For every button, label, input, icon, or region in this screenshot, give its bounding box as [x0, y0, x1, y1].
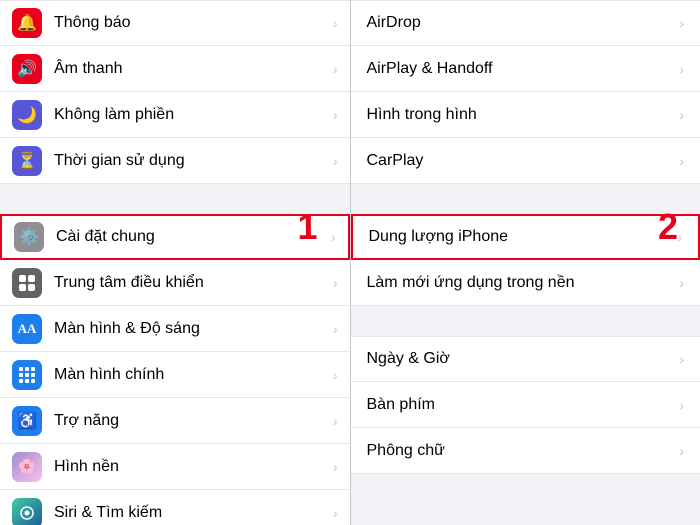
right-item-keyboard[interactable]: Bàn phím ›: [351, 382, 700, 428]
general-label: Cài đặt chung: [56, 228, 331, 246]
chevron-icon: ›: [679, 15, 684, 31]
display-icon: AA: [12, 314, 42, 344]
sidebar-item-display[interactable]: AA Màn hình & Độ sáng ›: [0, 306, 350, 352]
chevron-icon: ›: [679, 61, 684, 77]
sidebar-item-wallpaper[interactable]: 🌸 Hình nền ›: [0, 444, 350, 490]
right-item-airdrop[interactable]: AirDrop ›: [351, 0, 700, 46]
dnd-label: Không làm phiền: [54, 106, 333, 124]
dnd-icon: 🌙: [12, 100, 42, 130]
chevron-icon: ›: [677, 229, 682, 245]
sidebar-item-accessibility[interactable]: ♿ Trợ năng ›: [0, 398, 350, 444]
chevron-icon: ›: [333, 367, 338, 383]
storage-label: Dung lượng iPhone: [369, 228, 678, 246]
pip-label: Hình trong hình: [367, 106, 680, 124]
wallpaper-icon: 🌸: [12, 452, 42, 482]
chevron-icon: ›: [679, 153, 684, 169]
chevron-icon: ›: [679, 397, 684, 413]
right-panel: AirDrop › AirPlay & Handoff › Hình trong…: [351, 0, 700, 525]
chevron-icon: ›: [679, 351, 684, 367]
screentime-icon: ⏳: [12, 146, 42, 176]
home-label: Màn hình chính: [54, 366, 333, 384]
right-group-1: AirDrop › AirPlay & Handoff › Hình trong…: [351, 0, 700, 184]
sidebar-item-home[interactable]: Màn hình chính ›: [0, 352, 350, 398]
right-item-storage[interactable]: Dung lượng iPhone › 2: [351, 214, 700, 260]
left-panel: 🔔 Thông báo › 🔊 Âm thanh › 🌙 Không làm p…: [0, 0, 351, 525]
refresh-label: Làm mới ứng dụng trong nền: [367, 274, 680, 292]
accessibility-label: Trợ năng: [54, 412, 333, 430]
keyboard-label: Bàn phím: [367, 396, 680, 414]
chevron-icon: ›: [333, 275, 338, 291]
airdrop-label: AirDrop: [367, 14, 680, 32]
home-icon: [12, 360, 42, 390]
right-item-airplay[interactable]: AirPlay & Handoff ›: [351, 46, 700, 92]
chevron-icon: ›: [331, 229, 336, 245]
screentime-label: Thời gian sử dụng: [54, 152, 333, 170]
access-icon: ♿: [12, 406, 42, 436]
chevron-icon: ›: [333, 153, 338, 169]
sidebar-item-notifications[interactable]: 🔔 Thông báo ›: [0, 0, 350, 46]
chevron-icon: ›: [333, 459, 338, 475]
control-icon: [12, 268, 42, 298]
sound-icon: 🔊: [12, 54, 42, 84]
control-label: Trung tâm điều khiển: [54, 274, 333, 292]
display-label: Màn hình & Độ sáng: [54, 320, 333, 338]
notifications-label: Thông báo: [54, 14, 333, 32]
sound-label: Âm thanh: [54, 60, 333, 78]
right-item-refresh[interactable]: Làm mới ứng dụng trong nền ›: [351, 260, 700, 306]
chevron-icon: ›: [333, 61, 338, 77]
siri-icon: [12, 498, 42, 525]
siri-label: Siri & Tìm kiếm: [54, 504, 333, 522]
sidebar-item-dnd[interactable]: 🌙 Không làm phiền ›: [0, 92, 350, 138]
left-settings-list: 🔔 Thông báo › 🔊 Âm thanh › 🌙 Không làm p…: [0, 0, 350, 525]
section-divider-2: [351, 306, 700, 336]
chevron-icon: ›: [679, 107, 684, 123]
right-item-font[interactable]: Phông chữ ›: [351, 428, 700, 474]
sidebar-item-sound[interactable]: 🔊 Âm thanh ›: [0, 46, 350, 92]
right-group-3: Ngày & Giờ › Bàn phím › Phông chữ ›: [351, 336, 700, 474]
chevron-icon: ›: [333, 107, 338, 123]
right-item-datetime[interactable]: Ngày & Giờ ›: [351, 336, 700, 382]
chevron-icon: ›: [333, 15, 338, 31]
font-label: Phông chữ: [367, 442, 680, 460]
chevron-icon: ›: [679, 275, 684, 291]
right-group-2: Dung lượng iPhone › 2 Làm mới ứng dụng t…: [351, 214, 700, 306]
chevron-icon: ›: [679, 443, 684, 459]
right-item-carplay[interactable]: CarPlay ›: [351, 138, 700, 184]
right-item-pip[interactable]: Hình trong hình ›: [351, 92, 700, 138]
datetime-label: Ngày & Giờ: [367, 350, 680, 368]
sidebar-item-siri[interactable]: Siri & Tìm kiếm ›: [0, 490, 350, 525]
sidebar-item-screentime[interactable]: ⏳ Thời gian sử dụng ›: [0, 138, 350, 184]
wallpaper-label: Hình nền: [54, 458, 333, 476]
general-icon: ⚙️: [14, 222, 44, 252]
notifications-icon: 🔔: [12, 8, 42, 38]
chevron-icon: ›: [333, 413, 338, 429]
airplay-label: AirPlay & Handoff: [367, 60, 680, 78]
sidebar-item-general[interactable]: ⚙️ Cài đặt chung › 1: [0, 214, 350, 260]
section-divider-1: [351, 184, 700, 214]
chevron-icon: ›: [333, 505, 338, 521]
section-divider: [0, 184, 350, 214]
sidebar-item-control[interactable]: Trung tâm điều khiển ›: [0, 260, 350, 306]
chevron-icon: ›: [333, 321, 338, 337]
carplay-label: CarPlay: [367, 152, 680, 170]
